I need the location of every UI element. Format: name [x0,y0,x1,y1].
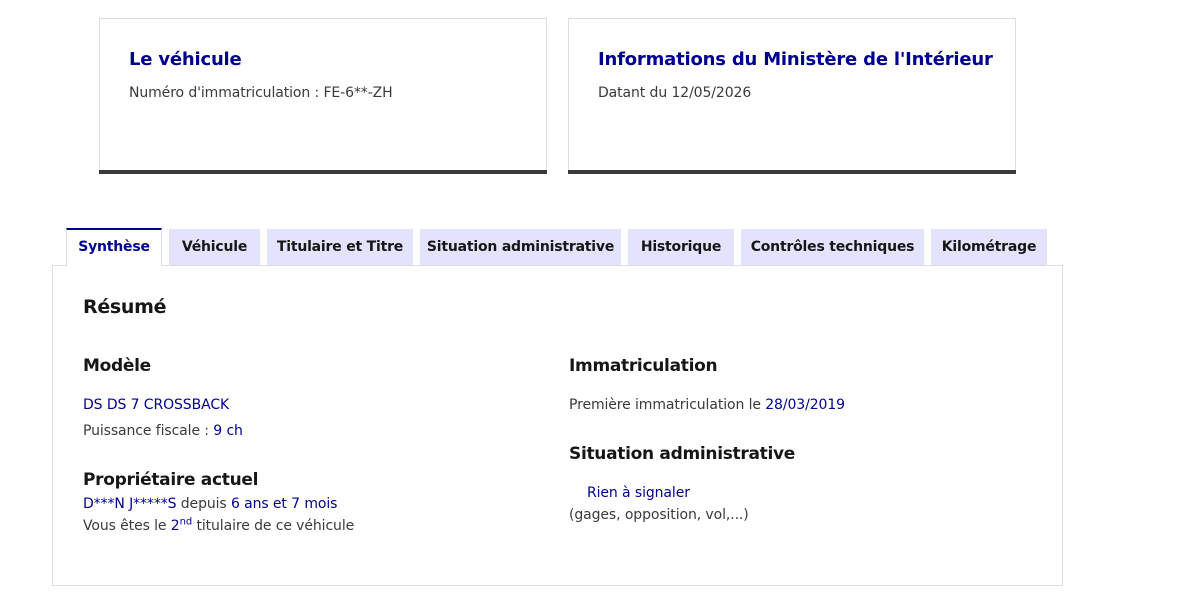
ministry-card: Informations du Ministère de l'Intérieur… [568,18,1016,174]
plate-label: Numéro d'immatriculation : [129,85,324,101]
owner-rank-suffix-sup: nd [179,516,193,528]
plate-value: FE-6**-ZH [323,85,393,101]
admin-status: Rien à signaler [587,485,690,501]
first-registration-label: Première immatriculation le [569,397,766,413]
synthese-panel: Résumé Modèle DS DS 7 CROSSBACK Puissanc… [52,265,1063,586]
tab-synthese[interactable]: Synthèse [66,228,162,266]
model-name: DS DS 7 CROSSBACK [83,397,230,413]
tab-controles-techniques[interactable]: Contrôles techniques [741,229,924,266]
tab-historique[interactable]: Historique [628,229,734,266]
plate-info: Numéro d'immatriculation : FE-6**-ZH [129,85,393,101]
first-registration: Première immatriculation le 28/03/2019 [569,397,845,413]
vehicle-card-title: Le véhicule [129,49,242,70]
registration-heading: Immatriculation [569,356,718,376]
ministry-date: Datant du 12/05/2026 [598,85,751,101]
owner-line: D***N J*****S depuis 6 ans et 7 mois [83,496,337,512]
ministry-card-title: Informations du Ministère de l'Intérieur [598,49,993,70]
owner-rank-suffix: titulaire de ce véhicule [192,518,355,534]
owner-since-label: depuis [176,496,231,512]
owner-heading: Propriétaire actuel [83,470,259,490]
summary-heading: Résumé [83,296,167,318]
owner-rank-prefix: Vous êtes le [83,518,171,534]
tab-kilometrage[interactable]: Kilométrage [931,229,1047,266]
owner-rank: Vous êtes le 2nd titulaire de ce véhicul… [83,516,355,534]
owner-rank-number: 2 [170,518,180,534]
tab-titulaire-et-titre[interactable]: Titulaire et Titre [267,229,413,266]
tab-situation-administrative[interactable]: Situation administrative [420,229,621,266]
owner-since-value: 6 ans et 7 mois [230,496,338,512]
model-heading: Modèle [83,356,151,376]
tab-vehicule[interactable]: Véhicule [169,229,260,266]
fiscal-power: Puissance fiscale : 9 ch [83,423,243,439]
first-registration-date: 28/03/2019 [765,397,845,413]
admin-situation-heading: Situation administrative [569,444,796,464]
date-value: 12/05/2026 [671,85,752,101]
date-label: Datant du [598,85,672,101]
admin-status-detail: (gages, opposition, vol,...) [569,507,749,523]
owner-name: D***N J*****S [83,496,177,512]
fiscal-power-label: Puissance fiscale : [83,423,214,439]
fiscal-power-value: 9 ch [213,423,243,439]
vehicle-card: Le véhicule Numéro d'immatriculation : F… [99,18,547,174]
